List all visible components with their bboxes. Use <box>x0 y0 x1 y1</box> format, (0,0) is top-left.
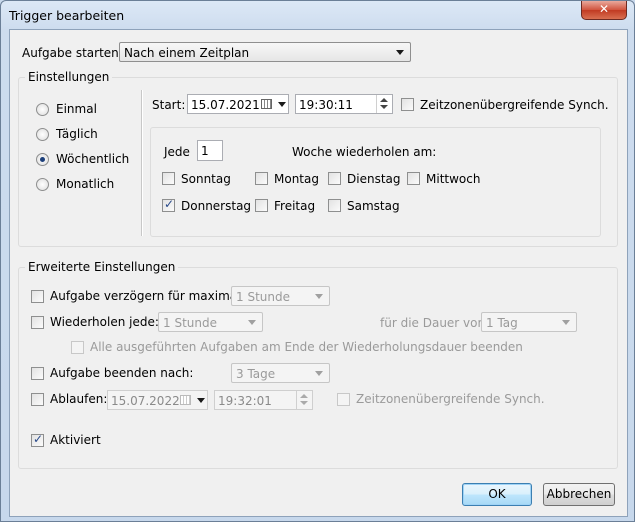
day-checkbox-samstag[interactable] <box>328 199 341 212</box>
wiederholen-label[interactable]: Wiederholen jede: <box>50 315 159 329</box>
sync-label[interactable]: Zeitzonenübergreifende Synch. <box>420 98 609 112</box>
close-icon: ✕ <box>598 2 610 16</box>
calendar-icon[interactable] <box>180 395 191 405</box>
ablaufen-time-value: 19:32:01 <box>218 394 272 408</box>
sync-checkbox[interactable] <box>401 98 414 111</box>
alle-beenden-checkbox[interactable] <box>71 341 84 354</box>
erweiterte-einstellungen-title: Erweiterte Einstellungen <box>25 260 179 274</box>
check-icon: ✓ <box>164 197 175 211</box>
start-label: Start: <box>152 98 186 112</box>
spin-up-icon[interactable] <box>380 98 388 102</box>
ablaufen-checkbox[interactable] <box>31 393 44 406</box>
radio-monatlich[interactable] <box>36 178 49 191</box>
jede-label: Jede <box>164 145 190 159</box>
chevron-down-icon <box>312 290 326 303</box>
ablaufen-sync-checkbox[interactable] <box>337 393 350 406</box>
day-checkbox-mittwoch[interactable] <box>407 172 420 185</box>
ablaufen-date-value: 15.07.2022 <box>111 394 180 408</box>
radio-einmal-label[interactable]: Einmal <box>56 102 97 116</box>
day-label-sonntag[interactable]: Sonntag <box>181 172 231 186</box>
verzoegern-label[interactable]: Aufgabe verzögern für maximal: <box>50 289 245 303</box>
day-checkbox-sonntag[interactable] <box>162 172 175 185</box>
aufgabe-starten-value: Nach einem Zeitplan <box>124 46 250 60</box>
ok-button[interactable]: OK <box>462 483 532 506</box>
spin-down-icon[interactable] <box>380 105 388 109</box>
day-label-freitag[interactable]: Freitag <box>274 199 315 213</box>
einstellungen-title: Einstellungen <box>25 70 113 84</box>
radio-einmal[interactable] <box>36 103 49 116</box>
vertical-divider <box>141 90 143 236</box>
chevron-down-icon <box>245 316 259 329</box>
spin-down-icon[interactable] <box>300 401 308 405</box>
aufgabe-starten-label: Aufgabe starten: <box>22 46 123 60</box>
aktiviert-checkbox[interactable]: ✓ <box>31 432 44 447</box>
check-icon: ✓ <box>33 432 44 446</box>
calendar-icon[interactable] <box>261 99 272 109</box>
day-label-dienstag[interactable]: Dienstag <box>347 172 401 186</box>
dialog-client-area: Aufgabe starten: Nach einem Zeitplan Ein… <box>9 29 628 517</box>
dialog-window: Trigger bearbeiten ✕ Aufgabe starten: Na… <box>0 0 635 522</box>
radio-monatlich-label[interactable]: Monatlich <box>56 177 114 191</box>
verzoegern-select[interactable]: 1 Stunde <box>231 286 330 306</box>
day-label-samstag[interactable]: Samstag <box>347 199 400 213</box>
spin-up-icon[interactable] <box>300 394 308 398</box>
radio-selected-dot <box>40 157 45 162</box>
window-title: Trigger bearbeiten <box>9 8 125 23</box>
start-time-field[interactable]: 19:30:11 <box>295 94 393 114</box>
ablaufen-time-field[interactable]: 19:32:01 <box>214 390 313 410</box>
day-label-mittwoch[interactable]: Mittwoch <box>426 172 480 186</box>
aufgabe-starten-select[interactable]: Nach einem Zeitplan <box>119 42 411 62</box>
radio-woechentlich-label[interactable]: Wöchentlich <box>56 152 129 166</box>
ablaufen-label[interactable]: Ablaufen: <box>50 392 107 406</box>
chevron-down-icon[interactable] <box>194 394 206 406</box>
beenden-select[interactable]: 3 Tage <box>231 363 330 383</box>
radio-woechentlich[interactable] <box>36 153 49 166</box>
wiederholen-checkbox[interactable] <box>31 316 44 329</box>
day-checkbox-dienstag[interactable] <box>328 172 341 185</box>
chevron-down-icon <box>559 316 573 329</box>
ablaufen-date-picker[interactable]: 15.07.2022 <box>107 390 208 410</box>
abbrechen-button[interactable]: Abbrechen <box>543 483 615 506</box>
ablaufen-sync-label[interactable]: Zeitzonenübergreifende Synch. <box>356 392 545 406</box>
dauer-label: für die Dauer von: <box>380 316 490 330</box>
start-date-picker[interactable]: 15.07.2021 <box>187 94 289 114</box>
time-spinner[interactable] <box>376 95 392 113</box>
alle-beenden-label[interactable]: Alle ausgeführten Aufgaben am Ende der W… <box>90 340 523 354</box>
title-bar[interactable]: Trigger bearbeiten ✕ <box>1 1 634 29</box>
close-button[interactable]: ✕ <box>581 1 627 20</box>
dauer-value: 1 Tag <box>486 316 518 330</box>
day-checkbox-freitag[interactable] <box>255 199 268 212</box>
wiederholen-select[interactable]: 1 Stunde <box>158 312 263 332</box>
day-checkbox-montag[interactable] <box>255 172 268 185</box>
verzoegern-checkbox[interactable] <box>31 290 44 303</box>
aktiviert-label[interactable]: Aktiviert <box>50 433 101 447</box>
radio-taeglich-label[interactable]: Täglich <box>56 127 98 141</box>
start-time-value: 19:30:11 <box>299 98 353 112</box>
chevron-down-icon <box>312 367 326 380</box>
day-label-donnerstag[interactable]: Donnerstag <box>181 199 251 213</box>
jede-input[interactable]: 1 <box>197 140 223 161</box>
time-spinner[interactable] <box>296 391 312 409</box>
chevron-down-icon[interactable] <box>275 98 287 110</box>
radio-taeglich[interactable] <box>36 128 49 141</box>
start-date-value: 15.07.2021 <box>191 98 260 112</box>
woche-wiederholen-label: Woche wiederholen am: <box>292 145 437 159</box>
day-label-montag[interactable]: Montag <box>274 172 319 186</box>
day-checkbox-donnerstag[interactable]: ✓ <box>162 197 175 212</box>
wiederholen-value: 1 Stunde <box>163 316 217 330</box>
beenden-label[interactable]: Aufgabe beenden nach: <box>50 366 193 380</box>
beenden-value: 3 Tage <box>236 367 276 381</box>
verzoegern-value: 1 Stunde <box>236 290 290 304</box>
dauer-select[interactable]: 1 Tag <box>481 312 577 332</box>
beenden-checkbox[interactable] <box>31 367 44 380</box>
jede-value: 1 <box>201 144 209 158</box>
chevron-down-icon <box>393 46 407 59</box>
